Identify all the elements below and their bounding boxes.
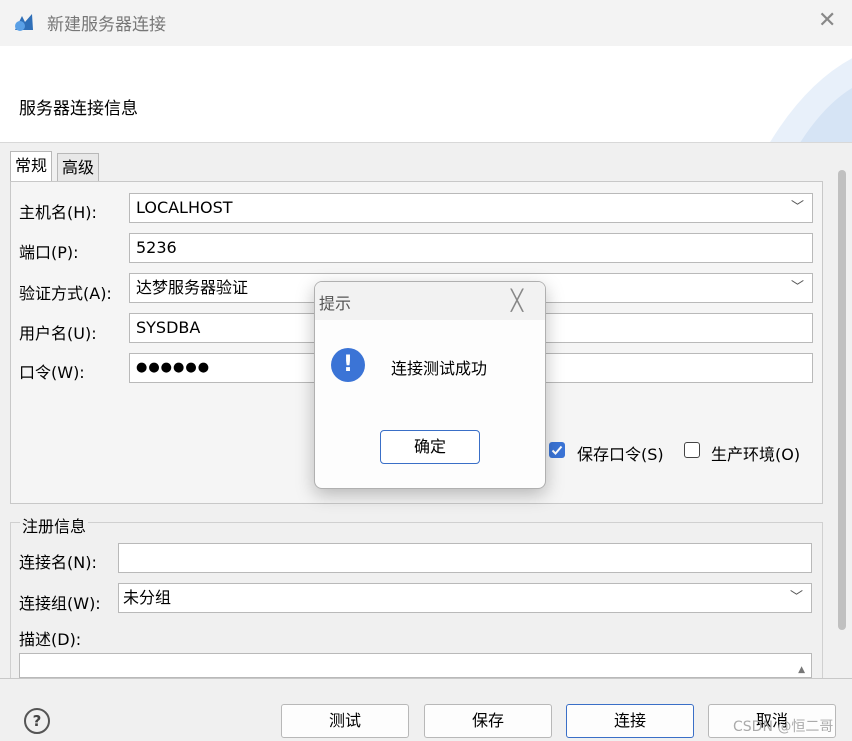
test-button[interactable]: 测试 bbox=[281, 704, 409, 738]
host-select[interactable]: LOCALHOST ﹀ bbox=[129, 193, 813, 223]
chevron-down-icon: ﹀ bbox=[789, 590, 803, 605]
registration-title: 注册信息 bbox=[20, 513, 89, 537]
check-icon bbox=[551, 445, 563, 455]
save-password-label: 保存口令(S) bbox=[577, 445, 664, 464]
header-banner: 服务器连接信息 bbox=[0, 46, 852, 143]
window-close-button[interactable]: ✕ bbox=[818, 8, 836, 33]
dialog-message: 连接测试成功 bbox=[391, 359, 488, 378]
save-password-checkbox[interactable] bbox=[549, 442, 565, 458]
conn-group-label: 连接组(W): bbox=[19, 594, 101, 613]
port-value: 5236 bbox=[136, 238, 177, 257]
dialog-close-button[interactable]: ╳ bbox=[511, 288, 523, 312]
password-value: ●●●●●● bbox=[136, 360, 211, 375]
user-value: SYSDBA bbox=[136, 318, 201, 337]
production-checkbox[interactable] bbox=[684, 442, 700, 458]
chevron-down-icon: ﹀ bbox=[790, 280, 804, 295]
port-label: 端口(P): bbox=[19, 243, 79, 262]
dialog-header: 提示 ╳ bbox=[315, 282, 545, 320]
save-button[interactable]: 保存 bbox=[424, 704, 552, 738]
description-textarea[interactable]: ▲ bbox=[19, 653, 812, 678]
connect-button[interactable]: 连接 bbox=[566, 704, 694, 738]
ok-button[interactable]: 确定 bbox=[380, 430, 480, 464]
title-bar: 新建服务器连接 ✕ bbox=[0, 0, 852, 46]
info-icon: ! bbox=[331, 348, 365, 382]
tab-advanced[interactable]: 高级 bbox=[57, 153, 100, 182]
host-value: LOCALHOST bbox=[136, 198, 233, 217]
host-label: 主机名(H): bbox=[19, 203, 97, 222]
chevron-down-icon: ﹀ bbox=[790, 200, 804, 215]
auth-value: 达梦服务器验证 bbox=[136, 278, 249, 297]
dialog-title: 提示 bbox=[319, 294, 352, 313]
watermark: CSDN @恒二哥 bbox=[733, 719, 834, 735]
description-label: 描述(D): bbox=[19, 630, 82, 649]
app-icon bbox=[15, 14, 33, 31]
conn-group-select[interactable]: 未分组 ﹀ bbox=[118, 583, 812, 613]
tab-general[interactable]: 常规 bbox=[10, 151, 53, 183]
conn-name-label: 连接名(N): bbox=[19, 553, 97, 572]
conn-name-input[interactable] bbox=[118, 543, 812, 573]
conn-group-value: 未分组 bbox=[123, 588, 172, 607]
password-label: 口令(W): bbox=[19, 363, 85, 382]
vertical-scrollbar[interactable] bbox=[838, 170, 846, 630]
window-title: 新建服务器连接 bbox=[47, 15, 166, 35]
banner-decoration bbox=[770, 58, 852, 142]
auth-label: 验证方式(A): bbox=[19, 284, 112, 303]
page-title: 服务器连接信息 bbox=[19, 99, 138, 119]
production-label: 生产环境(O) bbox=[711, 445, 801, 464]
message-dialog: 提示 ╳ ! 连接测试成功 确定 bbox=[314, 281, 546, 489]
help-button[interactable]: ? bbox=[24, 708, 50, 734]
port-input[interactable]: 5236 bbox=[129, 233, 813, 263]
user-label: 用户名(U): bbox=[19, 324, 97, 343]
